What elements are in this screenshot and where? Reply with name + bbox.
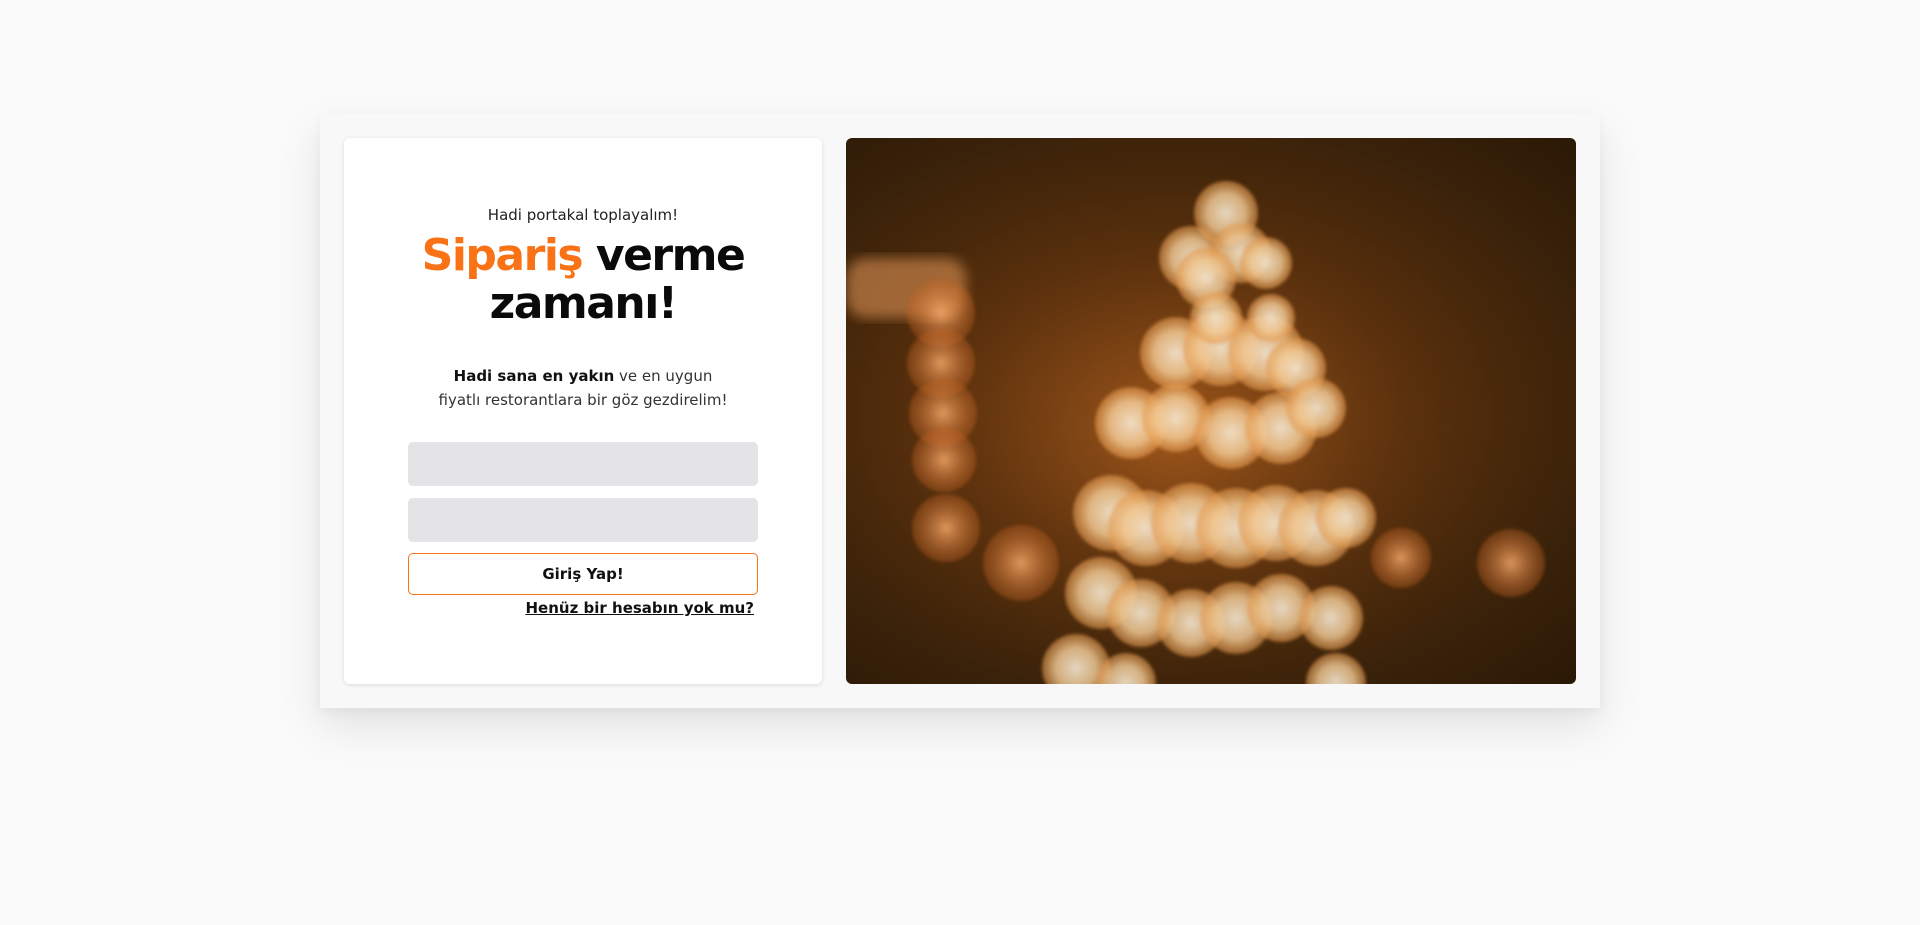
login-button[interactable]: Giriş Yap! — [408, 553, 758, 595]
login-card: Hadi portakal toplayalım! Sipariş verme … — [344, 138, 822, 684]
login-container: Hadi portakal toplayalım! Sipariş verme … — [320, 114, 1600, 708]
heading-accent: Sipariş — [421, 230, 584, 281]
login-tagline: Hadi portakal toplayalım! — [487, 206, 679, 224]
bokeh-christmas-tree-icon — [846, 138, 1576, 684]
password-field[interactable] — [408, 498, 758, 542]
hero-image — [846, 138, 1576, 684]
signup-link[interactable]: Henüz bir hesabın yok mu? — [525, 599, 754, 617]
login-description: Hadi sana en yakın ve en uygun fiyatlı r… — [434, 364, 732, 412]
description-bold: Hadi sana en yakın — [453, 367, 615, 385]
login-heading: Sipariş verme zamanı! — [344, 232, 822, 328]
email-field[interactable] — [408, 442, 758, 486]
